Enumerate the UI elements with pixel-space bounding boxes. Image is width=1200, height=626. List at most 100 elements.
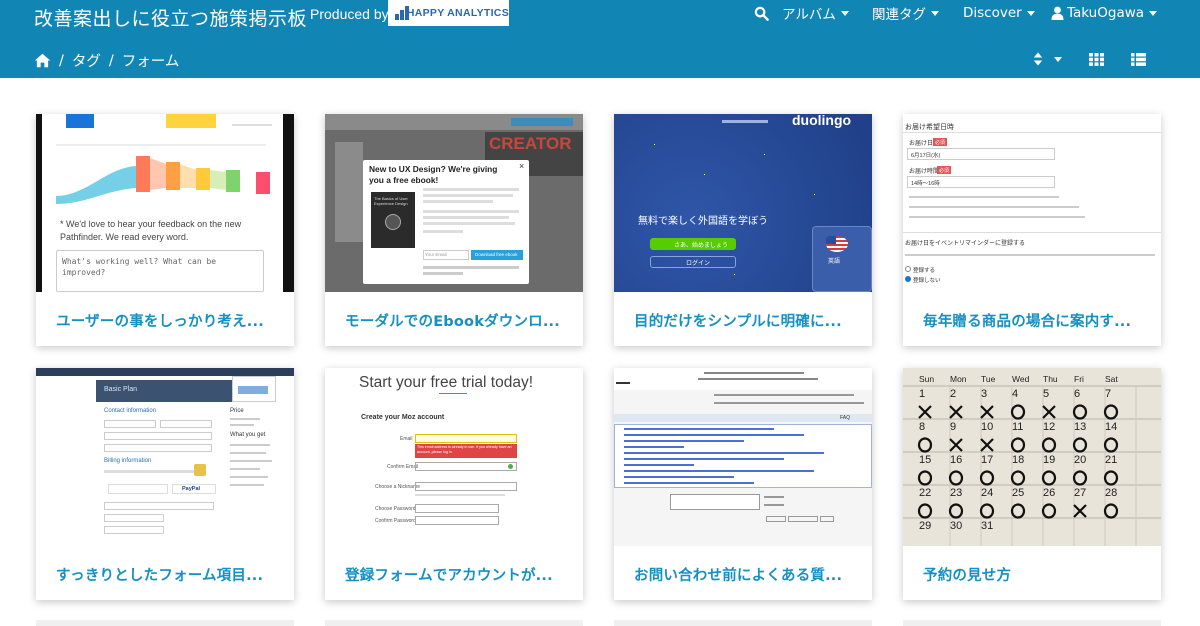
calendar-date: 12 xyxy=(1043,421,1055,433)
trial-headline: Start your free trial today! xyxy=(359,374,534,391)
calendar-day-header: Wed xyxy=(1012,374,1030,384)
bar-chart-logo-icon xyxy=(394,4,409,22)
calendar-date: 5 xyxy=(1043,388,1049,400)
calendar-date: 26 xyxy=(1043,487,1055,499)
available-mark xyxy=(1041,470,1057,486)
card-item[interactable]: FAQ お問い合わせ前によくある質... xyxy=(614,368,872,600)
calendar-date: 13 xyxy=(1074,421,1086,433)
sort-icon xyxy=(1033,52,1043,66)
calendar-date: 31 xyxy=(981,520,993,532)
calendar-date: 2 xyxy=(950,388,956,400)
breadcrumb-separator: / xyxy=(59,52,64,69)
available-mark xyxy=(1103,404,1119,420)
available-mark xyxy=(948,470,964,486)
feedback-text: * We'd love to hear your feedback on the… xyxy=(60,219,242,242)
search-button[interactable] xyxy=(754,4,769,22)
breadcrumb: / タグ / フォーム xyxy=(34,50,179,71)
calendar-date: 24 xyxy=(981,487,993,499)
calendar-day-header: Sun xyxy=(919,374,934,384)
card-thumbnail[interactable]: duolingo 無料で楽しく外国語を学ぼう さあ、始めましょう ログイン 英語 xyxy=(614,114,872,292)
breadcrumb-tag-link[interactable]: タグ xyxy=(72,50,101,71)
card-thumbnail[interactable]: CREATOR New to UX Design? We're giving y… xyxy=(325,114,583,292)
card-title[interactable]: モーダルでのEbookダウンロ... xyxy=(345,310,573,331)
paypal-option: PayPal xyxy=(182,486,201,492)
card-thumbnail[interactable]: お届け希望日時 お届け日 必須 6月17日(水) お届け時間 必須 14時〜16… xyxy=(903,114,1161,292)
calendar-date: 16 xyxy=(950,454,962,466)
card-thumbnail[interactable]: Basic Plan Contact information Billing i… xyxy=(36,368,294,546)
card-title[interactable]: すっきりとしたフォーム項目... xyxy=(56,564,284,585)
list-view-button[interactable] xyxy=(1131,50,1146,68)
close-icon[interactable]: × xyxy=(519,161,524,171)
nav-user-dropdown[interactable]: TakuOgawa xyxy=(1051,4,1158,22)
card-item[interactable]: CREATOR New to UX Design? We're giving y… xyxy=(325,114,583,346)
logo-text: HAPPY ANALYTICS xyxy=(406,7,509,19)
card-title[interactable]: 毎年贈る商品の場合に案内す... xyxy=(923,310,1151,331)
register-radio: 登録する xyxy=(913,268,936,274)
calendar-date: 3 xyxy=(981,388,987,400)
nickname-label: Choose a Nickname xyxy=(375,484,421,490)
card-item[interactable]: Sun Mon Tue Wed Thu Fri Sat 1 2 3 4 5 6 7 8 9 10 11 12 13 14… xyxy=(903,368,1161,600)
card-title[interactable]: 予約の見せ方 xyxy=(923,564,1151,585)
breadcrumb-current: フォーム xyxy=(121,54,180,70)
card-item[interactable]: duolingo 無料で楽しく外国語を学ぼう さあ、始めましょう ログイン 英語… xyxy=(614,114,872,346)
available-mark xyxy=(1010,470,1026,486)
calendar-date: 28 xyxy=(1105,487,1117,499)
available-mark xyxy=(948,503,964,519)
nav-discover-label: Discover xyxy=(963,5,1022,21)
card-title[interactable]: 登録フォームでアカウントが... xyxy=(345,564,573,585)
sort-dropdown[interactable] xyxy=(1033,50,1062,68)
card-title[interactable]: 目的だけをシンプルに明確に... xyxy=(634,310,862,331)
billing-heading: Billing information xyxy=(104,458,152,464)
plan-title: Basic Plan xyxy=(104,386,138,393)
grid-view-button[interactable] xyxy=(1089,50,1104,68)
happy-analytics-logo[interactable]: HAPPY ANALYTICS xyxy=(388,0,509,26)
card-thumbnail[interactable]: Sun Mon Tue Wed Thu Fri Sat 1 2 3 4 5 6 7 8 9 10 11 12 13 14… xyxy=(903,368,1161,546)
home-icon[interactable] xyxy=(34,53,51,68)
calendar-photo: Sun Mon Tue Wed Thu Fri Sat1 2 3 4 5 6 78 9 10 11 12 13 14… xyxy=(903,374,1161,546)
card-item[interactable]: * We'd love to hear your feedback on the… xyxy=(36,114,294,346)
calendar-date: 1 xyxy=(919,388,925,400)
card-item[interactable]: Basic Plan Contact information Billing i… xyxy=(36,368,294,600)
calendar-date: 20 xyxy=(1074,454,1086,466)
date-label: お届け日 xyxy=(909,141,934,147)
card-item[interactable]: Start your free trial today! Create your… xyxy=(325,368,583,600)
feedback-textarea: What's working well? What can be improve… xyxy=(62,257,217,277)
nav-related-tags-dropdown[interactable]: 関連タグ xyxy=(872,4,939,23)
login-button: ログイン xyxy=(686,261,711,267)
calendar-day-header: Mon xyxy=(950,374,967,384)
nav-related-tags-label: 関連タグ xyxy=(872,7,926,23)
available-mark xyxy=(917,437,933,453)
next-row-card-edge xyxy=(903,620,1161,626)
calendar-date: 15 xyxy=(919,454,931,466)
chevron-down-icon xyxy=(1149,10,1158,16)
next-row-card-edge xyxy=(614,620,872,626)
card-title[interactable]: ユーザーの事をしっかり考え... xyxy=(56,310,284,331)
card-thumbnail[interactable]: Start your free trial today! Create your… xyxy=(325,368,583,546)
calendar-date: 14 xyxy=(1105,421,1117,433)
date-select: 6月17日(水) xyxy=(911,153,941,159)
site-title[interactable]: 改善案出しに役立つ施策掲示板 xyxy=(34,4,307,31)
time-select: 14時〜16時 xyxy=(911,181,940,187)
start-button: さあ、始めましょう xyxy=(674,243,729,249)
calendar-date: 6 xyxy=(1074,388,1080,400)
calendar-date: 7 xyxy=(1105,388,1111,400)
calendar-date: 30 xyxy=(950,520,962,532)
nav-discover-dropdown[interactable]: Discover xyxy=(963,4,1035,22)
calendar-date: 19 xyxy=(1043,454,1055,466)
creator-text: CREATOR xyxy=(489,134,572,153)
breadcrumb-separator: / xyxy=(108,52,114,69)
card-grid: * We'd love to hear your feedback on the… xyxy=(0,78,1200,626)
nav-album-dropdown[interactable]: アルバム xyxy=(782,4,849,23)
card-item[interactable]: お届け希望日時 お届け日 必須 6月17日(水) お届け時間 必須 14時〜16… xyxy=(903,114,1161,346)
language-label: 英語 xyxy=(828,259,841,265)
card-thumbnail[interactable]: FAQ xyxy=(614,368,872,546)
produced-by-label: Produced by xyxy=(310,6,389,22)
search-icon xyxy=(754,6,769,21)
card-title[interactable]: お問い合わせ前によくある質... xyxy=(634,564,862,585)
available-mark xyxy=(1041,437,1057,453)
calendar-date: 18 xyxy=(1012,454,1024,466)
available-mark xyxy=(1072,404,1088,420)
calendar-day-header: Sat xyxy=(1105,374,1118,384)
card-thumbnail[interactable]: * We'd love to hear your feedback on the… xyxy=(36,114,294,292)
calendar-date: 8 xyxy=(919,421,925,433)
